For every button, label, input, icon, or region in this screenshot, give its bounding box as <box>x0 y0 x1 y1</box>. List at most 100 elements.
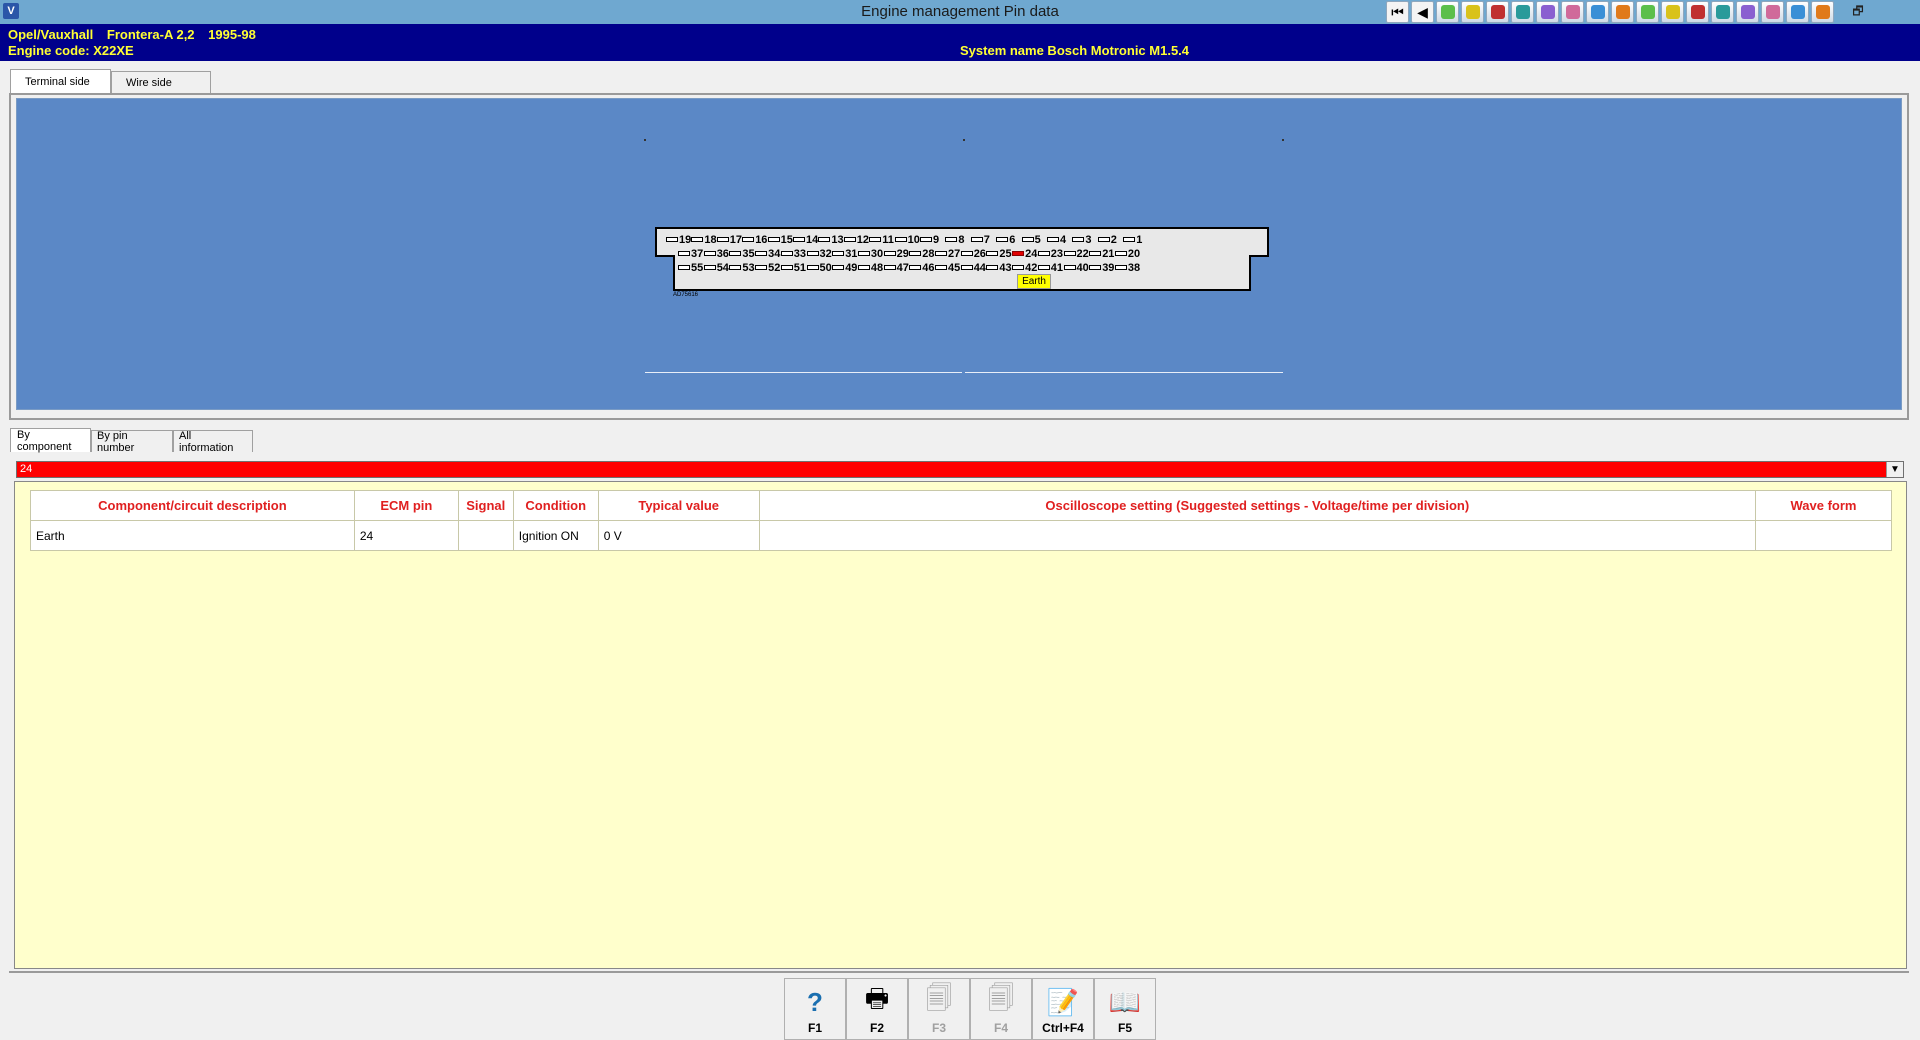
tool-4-icon[interactable] <box>1511 1 1534 23</box>
tab-by-component[interactable]: By component <box>10 428 91 453</box>
connector-pin[interactable]: 38 <box>1114 262 1140 274</box>
connector-pin[interactable]: 14 <box>793 234 818 246</box>
tool-6-icon[interactable] <box>1561 1 1584 23</box>
vehicle-years: 1995-98 <box>208 27 256 42</box>
cell-wave-form <box>1755 520 1892 551</box>
pin-data-panel: Component/circuit description ECM pin Si… <box>14 481 1907 969</box>
connector-pin[interactable]: 17 <box>716 234 742 246</box>
first-page-icon[interactable]: ⏮ <box>1386 1 1409 23</box>
tab-all-information[interactable]: All information <box>173 430 253 454</box>
connector-pin[interactable]: 52 <box>755 262 780 274</box>
connector-pin[interactable]: 27 <box>935 248 960 260</box>
connector-pin[interactable]: 3 <box>1072 234 1092 246</box>
connector-pin[interactable]: 39 <box>1089 262 1114 274</box>
tool-11-icon[interactable] <box>1686 1 1709 23</box>
connector-pin[interactable]: 8 <box>945 234 965 246</box>
tab-terminal-side[interactable]: Terminal side <box>10 69 111 93</box>
f3-button[interactable]: 🗐 F3 <box>908 978 970 1040</box>
connector-pin[interactable]: 37 <box>678 248 703 260</box>
tool-2-icon[interactable] <box>1461 1 1484 23</box>
connector-pin[interactable]: 44 <box>960 262 986 274</box>
tool-16-icon[interactable] <box>1811 1 1834 23</box>
connector-pin[interactable]: 5 <box>1021 234 1041 246</box>
f4-button[interactable]: 🗐 F4 <box>970 978 1032 1040</box>
title-bar: V Engine management Pin data ⏮ ◀ 🗗 <box>0 0 1920 24</box>
view-tabs: Terminal side Wire side <box>10 69 211 93</box>
table-row[interactable]: Earth 24 Ignition ON 0 V <box>30 520 1892 551</box>
connector-pin[interactable]: 25 <box>986 248 1012 260</box>
connector-pin[interactable]: 42 <box>1012 262 1037 274</box>
tool-15-icon[interactable] <box>1786 1 1809 23</box>
connector-pin[interactable]: 26 <box>960 248 986 260</box>
connector-pin[interactable]: 28 <box>909 248 935 260</box>
connector-pin[interactable]: 41 <box>1037 262 1063 274</box>
connector-pin[interactable]: 32 <box>806 248 832 260</box>
connector-pin[interactable]: 23 <box>1037 248 1063 260</box>
f5-label: F5 <box>1117 1021 1132 1035</box>
tool-8-icon[interactable] <box>1611 1 1634 23</box>
connector-pin[interactable]: 54 <box>703 262 729 274</box>
connector-pin[interactable]: 53 <box>729 262 755 274</box>
system-name: System name Bosch Motronic M1.5.4 <box>960 43 1190 58</box>
tab-wire-side[interactable]: Wire side <box>111 71 211 93</box>
f1-help-button[interactable]: ? F1 <box>784 978 846 1040</box>
connector-pin[interactable]: 21 <box>1089 248 1114 260</box>
connector-pin[interactable]: 48 <box>857 262 883 274</box>
connector-pin[interactable]: 46 <box>909 262 935 274</box>
connector-pin[interactable]: 35 <box>729 248 755 260</box>
connector-pin[interactable]: 12 <box>843 234 869 246</box>
connector-pin[interactable]: 6 <box>996 234 1015 246</box>
connector-pin[interactable]: 2 <box>1097 234 1117 246</box>
tool-3-icon[interactable] <box>1486 1 1509 23</box>
tool-13-icon[interactable] <box>1736 1 1759 23</box>
connector-pin[interactable]: 51 <box>780 262 806 274</box>
connector-pin[interactable]: 1 <box>1123 234 1142 246</box>
connector-pin[interactable]: 4 <box>1047 234 1066 246</box>
connector-pin[interactable]: 16 <box>742 234 767 246</box>
connector-pin[interactable]: 19 <box>666 234 691 246</box>
connector-pin[interactable]: 11 <box>869 234 894 246</box>
connector-pin[interactable]: 7 <box>970 234 990 246</box>
tool-12-icon[interactable] <box>1711 1 1734 23</box>
cell-ecm-pin: 24 <box>353 520 459 551</box>
restore-window-icon[interactable]: 🗗 <box>1848 2 1868 20</box>
connector-pin[interactable]: 18 <box>691 234 717 246</box>
connector-pin[interactable]: 40 <box>1063 262 1089 274</box>
tool-14-icon[interactable] <box>1761 1 1784 23</box>
connector-pin[interactable]: 55 <box>678 262 703 274</box>
column-header-signal: Signal <box>457 490 514 521</box>
connector-pin[interactable]: 15 <box>767 234 793 246</box>
connector-pin[interactable]: 30 <box>857 248 883 260</box>
connector-pin[interactable]: 13 <box>818 234 844 246</box>
connector-pin[interactable]: 49 <box>832 262 857 274</box>
tool-9-icon[interactable] <box>1636 1 1659 23</box>
marker-dot <box>963 139 965 141</box>
connector-pin[interactable]: 24 <box>1012 248 1037 260</box>
column-header-description: Component/circuit description <box>30 490 355 521</box>
tool-7-icon[interactable] <box>1586 1 1609 23</box>
component-selector[interactable]: 24 ▼ <box>16 461 1904 478</box>
connector-pin[interactable]: 36 <box>703 248 729 260</box>
chevron-down-icon[interactable]: ▼ <box>1886 462 1903 477</box>
tool-5-icon[interactable] <box>1536 1 1559 23</box>
connector-pin[interactable]: 22 <box>1063 248 1089 260</box>
f5-manual-button[interactable]: 📖 F5 <box>1094 978 1156 1040</box>
vehicle-make: Opel/Vauxhall <box>8 27 94 42</box>
connector-pin[interactable]: 31 <box>832 248 857 260</box>
f2-print-button[interactable]: 🖶 F2 <box>846 978 908 1040</box>
connector-pin[interactable]: 50 <box>806 262 832 274</box>
tool-10-icon[interactable] <box>1661 1 1684 23</box>
tool-1-icon[interactable] <box>1436 1 1459 23</box>
previous-page-icon[interactable]: ◀ <box>1411 1 1434 23</box>
connector-pin[interactable]: 45 <box>935 262 960 274</box>
connector-pin[interactable]: 10 <box>894 234 920 246</box>
tab-by-pin-number[interactable]: By pin number <box>91 430 173 454</box>
connector-pin[interactable]: 43 <box>986 262 1012 274</box>
connector-pin[interactable]: 47 <box>883 262 909 274</box>
ctrl-f4-notes-button[interactable]: 📝 Ctrl+F4 <box>1032 978 1094 1040</box>
connector-pin[interactable]: 9 <box>920 234 939 246</box>
connector-pin[interactable]: 20 <box>1114 248 1140 260</box>
connector-pin[interactable]: 33 <box>780 248 806 260</box>
connector-pin[interactable]: 29 <box>883 248 909 260</box>
connector-pin[interactable]: 34 <box>755 248 780 260</box>
